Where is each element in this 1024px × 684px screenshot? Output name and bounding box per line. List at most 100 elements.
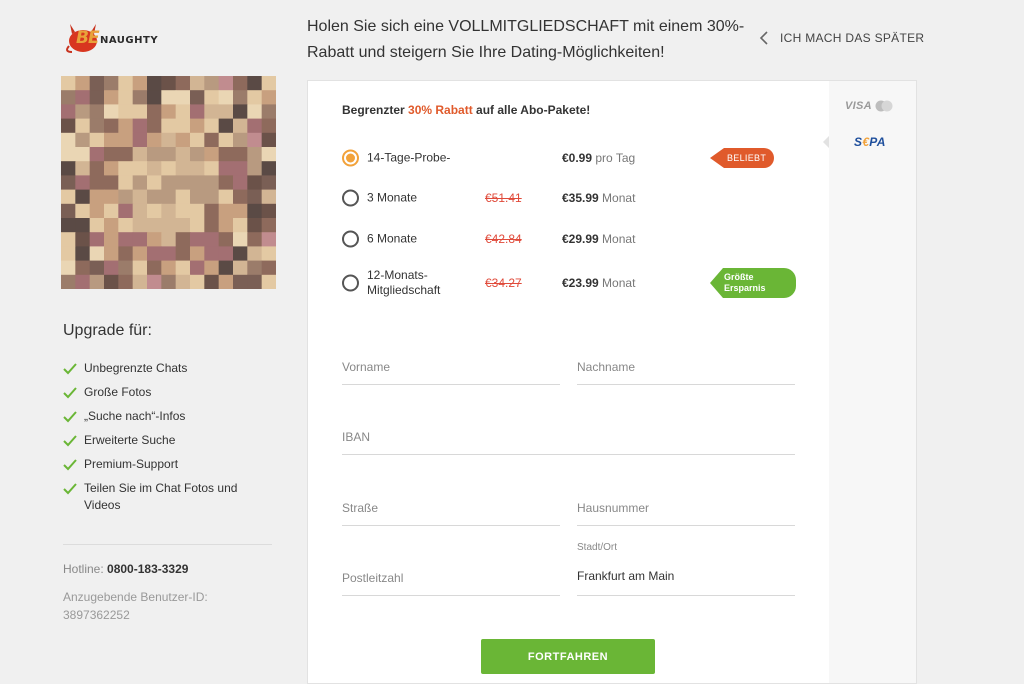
mosaic-tile: [104, 260, 119, 276]
postal-code-input[interactable]: [342, 571, 560, 585]
house-number-input[interactable]: [577, 501, 795, 515]
mosaic-tile: [247, 260, 263, 276]
mosaic-tile: [204, 246, 220, 262]
mosaic-tile: [61, 90, 76, 105]
radio-button[interactable]: [342, 274, 359, 292]
mosaic-tile: [132, 132, 148, 148]
mosaic-tile: [104, 104, 119, 120]
plan-option-6-months[interactable]: 6 Monate €42.84 €29.99 Monat: [342, 222, 812, 256]
mosaic-tile: [233, 104, 248, 120]
hotline-number[interactable]: 0800-183-3329: [107, 562, 188, 576]
mosaic-tile: [118, 274, 134, 289]
mosaic-tile: [218, 132, 234, 148]
mosaic-tile: [132, 218, 148, 233]
mosaic-tile: [161, 104, 177, 120]
radio-button[interactable]: [342, 189, 359, 207]
mosaic-tile: [61, 132, 76, 148]
feature-label: Große Fotos: [84, 385, 152, 399]
mosaic-tile: [147, 189, 162, 205]
mosaic-tile: [233, 189, 248, 205]
mosaic-tile: [118, 118, 134, 134]
mosaic-tile: [247, 175, 263, 191]
mosaic-tile: [190, 218, 205, 233]
mosaic-tile: [132, 232, 148, 247]
plan-option-3-months[interactable]: 3 Monate €51.41 €35.99 Monat: [342, 181, 812, 215]
mosaic-tile: [218, 104, 234, 120]
mosaic-tile: [147, 246, 162, 262]
mosaic-tile: [75, 189, 91, 205]
check-icon: [63, 411, 77, 423]
mosaic-tile: [104, 232, 119, 247]
mosaic-tile: [89, 118, 105, 134]
mosaic-tile: [261, 203, 276, 219]
mosaic-tile: [75, 118, 91, 134]
mosaic-tile: [61, 232, 76, 247]
hotline: Hotline: 0800-183-3329: [63, 562, 188, 576]
mosaic-tile: [132, 104, 148, 120]
mosaic-tile: [261, 232, 276, 247]
mosaic-tile: [218, 232, 234, 247]
page-headline: Holen Sie sich eine VOLLMITGLIEDSCHAFT m…: [307, 18, 745, 61]
feature-item: Unbegrenzte Chats: [63, 360, 273, 377]
plan-name: 3 Monate: [367, 190, 418, 205]
check-icon: [63, 435, 77, 447]
price-unit: pro Tag: [595, 151, 636, 165]
mosaic-tile: [75, 246, 91, 262]
feature-item: „Suche nach“-Infos: [63, 408, 273, 425]
mosaic-tile: [89, 274, 105, 289]
mosaic-tile: [261, 189, 276, 205]
promo-suffix: auf alle Abo-Pakete!: [472, 103, 591, 117]
street-input[interactable]: [342, 501, 560, 515]
mosaic-tile: [104, 132, 119, 148]
mosaic-tile: [233, 132, 248, 148]
first-name-field: [342, 349, 560, 385]
mosaic-tile: [190, 76, 205, 91]
mosaic-tile: [104, 118, 119, 134]
mosaic-tile: [175, 218, 191, 233]
radio-button[interactable]: [342, 149, 359, 167]
continue-button[interactable]: FORTFAHREN: [481, 639, 655, 674]
mosaic-tile: [104, 218, 119, 233]
skip-later-link[interactable]: ICH MACH DAS SPÄTER: [756, 29, 924, 47]
card-payment-option[interactable]: VISA: [845, 100, 893, 112]
first-name-input[interactable]: [342, 360, 560, 374]
feature-item: Teilen Sie im Chat Fotos und Videos: [63, 480, 273, 514]
plan-price: €0.99 pro Tag: [562, 151, 635, 165]
hotline-label: Hotline:: [63, 562, 104, 576]
mosaic-tile: [132, 147, 148, 162]
mosaic-tile: [261, 147, 276, 162]
iban-input[interactable]: [342, 430, 795, 444]
last-name-input[interactable]: [577, 360, 795, 374]
mosaic-tile: [75, 175, 91, 191]
mosaic-tile: [247, 203, 263, 219]
plan-price: €23.99 Monat: [562, 276, 635, 290]
price-unit: Monat: [602, 232, 636, 246]
mosaic-tile: [118, 104, 134, 120]
mosaic-tile: [175, 118, 191, 134]
mosaic-tile: [118, 161, 134, 176]
popular-badge: BELIEBT: [710, 148, 774, 168]
sepa-payment-option[interactable]: S€PA: [854, 135, 886, 149]
mosaic-tile: [132, 189, 148, 205]
city-field: Stadt/Ort: [577, 542, 795, 596]
plan-name: 12-Monats-Mitgliedschaft: [367, 268, 441, 297]
plan-option-12-months[interactable]: 12-Monats-Mitgliedschaft €34.27 €23.99 M…: [342, 263, 812, 303]
mosaic-tile: [61, 118, 76, 134]
mosaic-tile: [118, 203, 134, 219]
mosaic-tile: [75, 104, 91, 120]
radio-button[interactable]: [342, 230, 359, 248]
old-price: €42.84: [485, 232, 522, 246]
mosaic-tile: [75, 218, 91, 233]
plan-option-trial[interactable]: 14-Tage-Probe- €0.99 pro Tag BELIEBT: [342, 141, 812, 175]
brand-naughty: NAUGHTY: [100, 35, 159, 46]
sepa-pa: PA: [869, 135, 886, 149]
mosaic-tile: [175, 274, 191, 289]
mosaic-tile: [89, 246, 105, 262]
house-number-field: [577, 490, 795, 526]
mosaic-tile: [147, 274, 162, 289]
mosaic-tile: [190, 90, 205, 105]
mosaic-tile: [61, 218, 76, 233]
brand-be: BE: [76, 28, 100, 48]
city-input[interactable]: [577, 569, 795, 583]
brand-logo[interactable]: BE NAUGHTY: [62, 22, 158, 56]
